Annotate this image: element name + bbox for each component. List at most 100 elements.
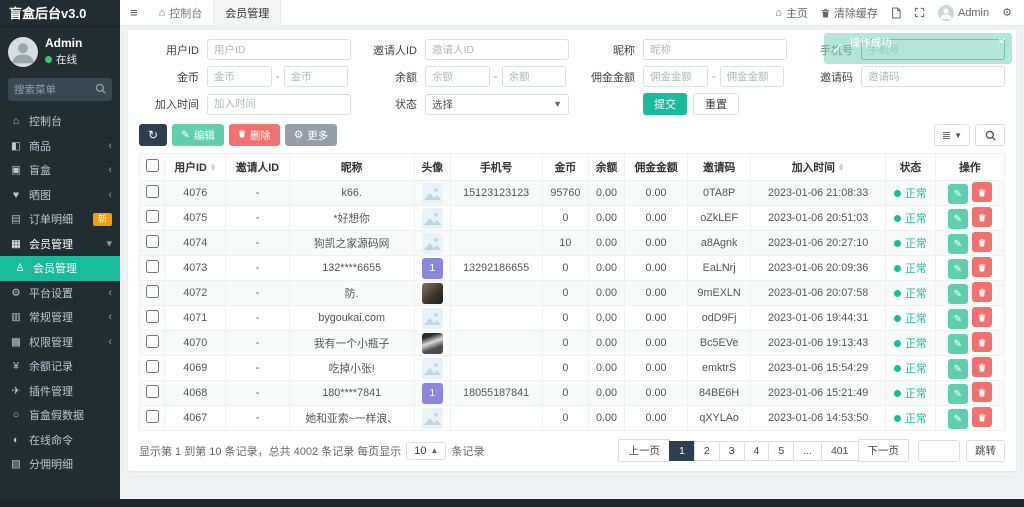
inviter-id-input[interactable] [425, 39, 569, 60]
row-checkbox[interactable] [146, 410, 159, 423]
row-edit-button[interactable]: ✎ [948, 409, 968, 429]
row-delete-button[interactable] [972, 332, 992, 352]
more-button[interactable]: ⚙更多 [285, 124, 337, 146]
commission-to-input[interactable] [720, 66, 785, 87]
row-edit-button[interactable]: ✎ [948, 284, 968, 304]
edit-button[interactable]: ✎编辑 [172, 124, 224, 146]
close-icon[interactable]: × [998, 34, 1005, 48]
sidebar-item-member[interactable]: ♙会员管理 [0, 256, 120, 281]
column-header[interactable]: 加入时间▲▼ [751, 154, 886, 181]
commission-from-input[interactable] [643, 66, 708, 87]
row-checkbox[interactable] [146, 310, 159, 323]
page-button[interactable]: ... [793, 441, 822, 461]
invite-code-input[interactable] [861, 66, 1005, 87]
row-checkbox[interactable] [146, 210, 159, 223]
row-checkbox[interactable] [146, 385, 159, 398]
table-row: 4074-狗凯之家源码网100.000.00a8Agnk2023-01-06 2… [140, 231, 1005, 256]
tab-dashboard[interactable]: ⌂ 控制台 [148, 0, 214, 26]
sort-icon[interactable]: ▲▼ [210, 164, 216, 172]
row-delete-button[interactable] [972, 407, 992, 427]
row-delete-button[interactable] [972, 207, 992, 227]
cell-phone: 18055187841 [450, 381, 542, 406]
tab-member-management[interactable]: 会员管理 [213, 0, 281, 26]
row-edit-button[interactable]: ✎ [948, 384, 968, 404]
row-edit-button[interactable]: ✎ [948, 359, 968, 379]
sidebar-item-orders[interactable]: ▤订单明细新 [0, 207, 120, 232]
row-delete-button[interactable] [972, 357, 992, 377]
clear-cache-button[interactable]: 清除缓存 [821, 5, 878, 21]
search-icon[interactable] [95, 83, 106, 97]
page-button[interactable]: 401 [821, 441, 859, 461]
delete-button[interactable]: 删除 [229, 124, 280, 146]
document-icon[interactable] [891, 7, 901, 19]
columns-button[interactable]: ≣▼ [934, 124, 970, 146]
page-button[interactable]: 2 [694, 441, 720, 461]
balance-to-input[interactable] [502, 66, 567, 87]
join-time-input[interactable] [207, 94, 351, 115]
sidebar-item-command[interactable]: ◐在线命令 [0, 428, 120, 453]
user-id-input[interactable] [207, 39, 351, 60]
sidebar-item-blindbox[interactable]: ▣盲盒‹ [0, 158, 120, 183]
page-size-select[interactable]: 10 ▲ [406, 442, 446, 460]
row-edit-button[interactable]: ✎ [948, 259, 968, 279]
row-edit-button[interactable]: ✎ [948, 184, 968, 204]
row-checkbox[interactable] [146, 235, 159, 248]
page-jump-button[interactable]: 跳转 [966, 440, 1005, 462]
sidebar-item-dashboard[interactable]: ⌂控制台 [0, 109, 120, 134]
sidebar-item-goods[interactable]: ◧商品‹ [0, 134, 120, 159]
row-delete-button[interactable] [972, 182, 992, 202]
page-button[interactable]: 5 [768, 441, 794, 461]
row-delete-button[interactable] [972, 232, 992, 252]
gold-from-input[interactable] [207, 66, 272, 87]
sidebar-item-commission[interactable]: ▧分佣明细 [0, 452, 120, 477]
sidebar-item-balance[interactable]: ¥余额记录 [0, 354, 120, 379]
row-edit-button[interactable]: ✎ [948, 234, 968, 254]
row-delete-button[interactable] [972, 282, 992, 302]
page-button[interactable]: 3 [719, 441, 745, 461]
row-edit-button[interactable]: ✎ [948, 334, 968, 354]
row-checkbox[interactable] [146, 360, 159, 373]
page-button[interactable]: 1 [669, 441, 695, 461]
row-checkbox[interactable] [146, 285, 159, 298]
column-header[interactable]: 用户ID▲▼ [165, 154, 226, 181]
cell-phone [450, 406, 542, 431]
balance-from-input[interactable] [425, 66, 490, 87]
refresh-button[interactable]: ↻ [139, 124, 167, 146]
gold-to-input[interactable] [284, 66, 349, 87]
admin-menu[interactable]: Admin [938, 5, 989, 21]
home-link[interactable]: ⌂ 主页 [775, 5, 808, 21]
reset-button[interactable]: 重置 [693, 93, 739, 115]
sidebar-item-member-group[interactable]: ▦会员管理▾ [0, 232, 120, 257]
sidebar-item-permission[interactable]: ▩权限管理‹ [0, 330, 120, 355]
next-page-button[interactable]: 下一页 [858, 439, 910, 462]
sort-icon[interactable]: ▲▼ [838, 164, 844, 172]
row-edit-button[interactable]: ✎ [948, 209, 968, 229]
fullscreen-icon[interactable] [914, 7, 925, 18]
sidebar-item-general[interactable]: ▥常规管理‹ [0, 305, 120, 330]
status-select[interactable]: 选择 ▼ [425, 94, 569, 115]
search-toggle-button[interactable] [975, 124, 1005, 146]
submit-button[interactable]: 提交 [643, 93, 687, 115]
sidebar-search-input[interactable] [14, 84, 95, 96]
sidebar-item-plugin[interactable]: ✈插件管理 [0, 379, 120, 404]
row-delete-button[interactable] [972, 382, 992, 402]
cell-balance: 0.00 [589, 381, 625, 406]
select-all-checkbox[interactable] [146, 159, 159, 172]
cell-inviter-id: - [226, 206, 289, 231]
gear-icon[interactable]: ⚙ [1002, 6, 1012, 19]
row-checkbox[interactable] [146, 185, 159, 198]
row-checkbox[interactable] [146, 260, 159, 273]
prev-page-button[interactable]: 上一页 [618, 439, 670, 462]
row-delete-button[interactable] [972, 307, 992, 327]
sidebar-item-platform[interactable]: ⚙平台设置‹ [0, 281, 120, 306]
nickname-input[interactable] [643, 39, 787, 60]
row-delete-button[interactable] [972, 257, 992, 277]
sidebar-item-photos[interactable]: ♥晒图‹ [0, 183, 120, 208]
page-jump-input[interactable] [918, 440, 960, 462]
page-button[interactable]: 4 [744, 441, 770, 461]
row-edit-button[interactable]: ✎ [948, 309, 968, 329]
menu-toggle-icon[interactable]: ≡ [120, 5, 148, 20]
photo-icon: ♥ [8, 189, 24, 201]
sidebar-item-fake-data[interactable]: ○盲盒假数据 [0, 403, 120, 428]
row-checkbox[interactable] [146, 335, 159, 348]
